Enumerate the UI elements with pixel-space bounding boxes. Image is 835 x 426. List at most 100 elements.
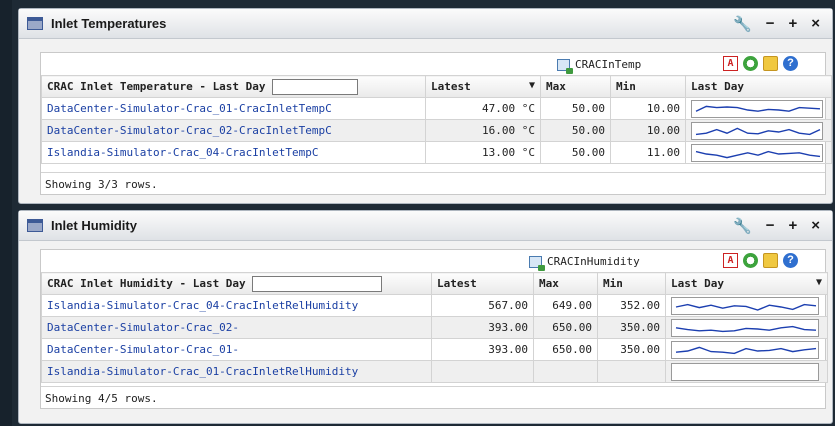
metric-link[interactable]: Islandia-Simulator-Crac_04-CracInletTemp…	[41, 141, 426, 164]
metric-link[interactable]: Islandia-Simulator-Crac_04-CracInletRelH…	[41, 294, 432, 317]
sparkline-cell	[665, 316, 828, 339]
portlet-title: Inlet Temperatures	[51, 16, 167, 31]
toolbar: CRACInHumidity A ?	[41, 250, 825, 272]
min-value: 352.00	[597, 294, 666, 317]
portlet-inlet-temperatures: Inlet Temperatures 🔧 − + × CRACInTemp A …	[18, 8, 833, 204]
max-value: 650.00	[533, 316, 598, 339]
sparkline[interactable]	[671, 362, 819, 381]
maximize-icon[interactable]: +	[788, 217, 797, 235]
column-header-last-day[interactable]: Last Day	[685, 75, 832, 98]
column-header-last-day[interactable]: Last Day ▼	[665, 272, 828, 295]
filter-input[interactable]	[251, 275, 382, 292]
latest-value: 567.00	[431, 294, 534, 317]
window-icon	[27, 17, 43, 30]
minimize-icon[interactable]: −	[766, 217, 775, 235]
latest-value	[431, 360, 534, 383]
latest-value: 393.00	[431, 338, 534, 361]
table-row: DataCenter-Simulator-Crac_01- 393.00 650…	[41, 338, 828, 361]
help-icon[interactable]: ?	[783, 253, 798, 268]
min-value: 350.00	[597, 316, 666, 339]
close-icon[interactable]: ×	[811, 15, 820, 33]
row-count-status: Showing 4/5 rows.	[41, 386, 825, 408]
window-icon	[27, 219, 43, 232]
sparkline-cell	[665, 294, 828, 317]
folder-icon[interactable]	[763, 56, 778, 71]
csv-icon	[529, 255, 545, 271]
latest-value: 47.00 °C	[425, 97, 541, 120]
column-header-name[interactable]: CRAC Inlet Temperature - Last Day	[41, 75, 426, 98]
maximize-icon[interactable]: +	[788, 15, 797, 33]
pdf-icon[interactable]: A	[723, 253, 738, 268]
column-header-max[interactable]: Max	[533, 272, 598, 295]
csv-label: CRACInHumidity	[547, 255, 640, 268]
sparkline-cell	[665, 338, 828, 361]
max-value: 50.00	[540, 119, 611, 142]
sparkline[interactable]	[671, 296, 819, 315]
table-row: DataCenter-Simulator-Crac_02- 393.00 650…	[41, 316, 828, 339]
table-row: DataCenter-Simulator-Crac_01-CracInletTe…	[41, 97, 832, 120]
portlet-title-bar[interactable]: Inlet Temperatures 🔧 − + ×	[19, 9, 832, 39]
max-value: 650.00	[533, 338, 598, 361]
row-count-status: Showing 3/3 rows.	[41, 172, 825, 194]
filter-input[interactable]	[271, 78, 358, 95]
sparkline[interactable]	[691, 143, 823, 162]
max-value: 50.00	[540, 141, 611, 164]
table-row: Islandia-Simulator-Crac_04-CracInletRelH…	[41, 294, 828, 317]
metric-link[interactable]: Islandia-Simulator-Crac_01-CracInletRelH…	[41, 360, 432, 383]
column-header-latest[interactable]: Latest	[431, 272, 534, 295]
latest-value: 393.00	[431, 316, 534, 339]
minimize-icon[interactable]: −	[766, 15, 775, 33]
csv-export-link[interactable]: CRACInHumidity	[529, 255, 640, 271]
latest-value: 13.00 °C	[425, 141, 541, 164]
column-header-latest[interactable]: Latest ▼	[425, 75, 541, 98]
csv-icon	[557, 58, 573, 74]
sort-desc-icon[interactable]: ▼	[529, 80, 535, 91]
sparkline[interactable]	[691, 121, 823, 140]
sparkline[interactable]	[671, 318, 819, 337]
portlet-content: CRACInHumidity A ? CRAC Inlet Humidity -…	[40, 249, 828, 409]
column-header-min[interactable]: Min	[597, 272, 666, 295]
sort-desc-icon[interactable]: ▼	[816, 277, 822, 288]
table-row: Islandia-Simulator-Crac_04-CracInletTemp…	[41, 141, 832, 164]
sparkline[interactable]	[671, 340, 819, 359]
max-value	[533, 360, 598, 383]
sparkline-cell	[685, 119, 832, 142]
data-table: CRAC Inlet Humidity - Last Day Latest Ma…	[41, 272, 828, 383]
min-value: 11.00	[610, 141, 686, 164]
max-value: 649.00	[533, 294, 598, 317]
pdf-icon[interactable]: A	[723, 56, 738, 71]
metric-link[interactable]: DataCenter-Simulator-Crac_02-	[41, 316, 432, 339]
help-icon[interactable]: ?	[783, 56, 798, 71]
max-value: 50.00	[540, 97, 611, 120]
portlet-content: CRACInTemp A ? CRAC Inlet Temperature - …	[40, 52, 832, 195]
column-header-name[interactable]: CRAC Inlet Humidity - Last Day	[41, 272, 432, 295]
sparkline-cell	[685, 97, 832, 120]
sparkline-cell	[685, 141, 832, 164]
column-header-min[interactable]: Min	[610, 75, 686, 98]
sparkline-trace	[675, 303, 817, 311]
left-sidebar-edge	[0, 0, 12, 426]
csv-label: CRACInTemp	[575, 58, 642, 71]
min-value	[597, 360, 666, 383]
data-table: CRAC Inlet Temperature - Last Day Latest…	[41, 75, 832, 164]
wrench-icon[interactable]: 🔧	[733, 15, 752, 33]
sparkline[interactable]	[691, 99, 823, 118]
wrench-icon[interactable]: 🔧	[733, 217, 752, 235]
column-header-max[interactable]: Max	[540, 75, 611, 98]
csv-export-link[interactable]: CRACInTemp	[557, 58, 642, 74]
refresh-icon[interactable]	[743, 56, 758, 71]
metric-link[interactable]: DataCenter-Simulator-Crac_01-CracInletTe…	[41, 97, 426, 120]
close-icon[interactable]: ×	[811, 217, 820, 235]
refresh-icon[interactable]	[743, 253, 758, 268]
portlet-title: Inlet Humidity	[51, 218, 137, 233]
sparkline-trace	[695, 150, 821, 158]
min-value: 350.00	[597, 338, 666, 361]
sparkline-trace	[675, 325, 817, 332]
metric-link[interactable]: DataCenter-Simulator-Crac_01-	[41, 338, 432, 361]
min-value: 10.00	[610, 97, 686, 120]
metric-link[interactable]: DataCenter-Simulator-Crac_02-CracInletTe…	[41, 119, 426, 142]
table-row: Islandia-Simulator-Crac_01-CracInletRelH…	[41, 360, 828, 383]
portlet-title-bar[interactable]: Inlet Humidity 🔧 − + ×	[19, 211, 832, 241]
sparkline-trace	[695, 105, 821, 112]
folder-icon[interactable]	[763, 253, 778, 268]
